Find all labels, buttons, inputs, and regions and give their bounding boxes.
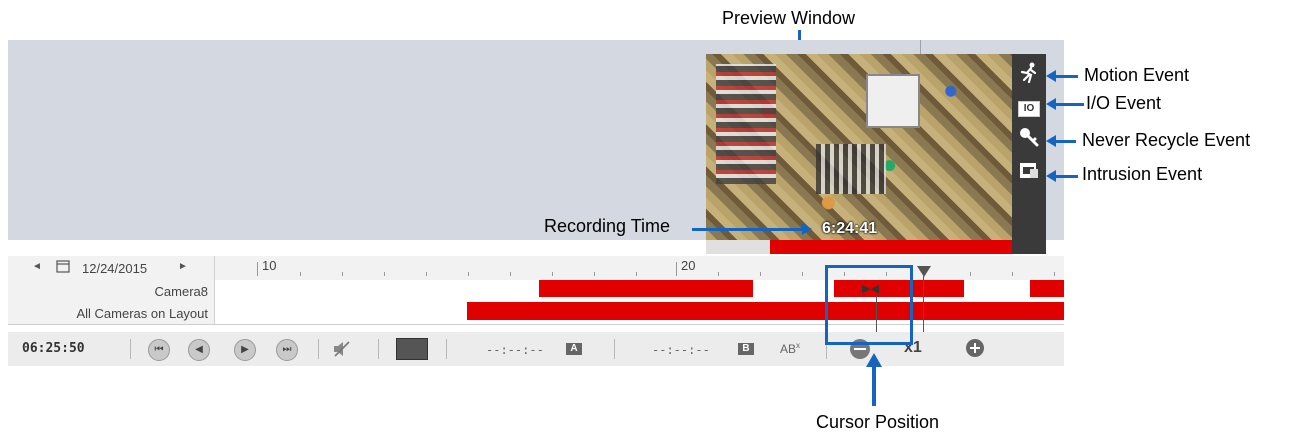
playhead-line xyxy=(923,276,924,338)
ruler-minor-tick xyxy=(552,272,553,276)
preview-frame-detail xyxy=(816,144,886,194)
camera-recording-segment[interactable] xyxy=(539,280,753,297)
cursor-position-highlight xyxy=(825,265,913,345)
intrusion-event-pointer xyxy=(1054,175,1078,178)
camera-row-label: Camera8 xyxy=(154,284,208,299)
ruler-minor-tick xyxy=(426,272,427,276)
never-recycle-event-pointer xyxy=(1054,140,1076,143)
separator xyxy=(318,339,319,359)
marker-a-button[interactable]: A xyxy=(566,343,582,355)
ruler-minor-tick xyxy=(510,272,511,276)
ruler-minor-tick xyxy=(468,272,469,276)
all-cameras-row-label: All Cameras on Layout xyxy=(76,306,208,321)
preview-frame-detail xyxy=(716,64,776,184)
ruler-major-tick xyxy=(257,262,258,276)
preview-window: 6:24:41 xyxy=(706,54,1012,254)
cursor-position-annotation: Cursor Position xyxy=(816,412,940,432)
skip-last-icon[interactable]: ⏭ xyxy=(276,339,298,361)
io-event-icon[interactable]: IO xyxy=(1016,93,1042,117)
all-cameras-recording-segment[interactable] xyxy=(467,302,1064,320)
ruler-minor-tick xyxy=(594,272,595,276)
ab-clear-superscript: x xyxy=(796,341,801,350)
cursor-position-arrow xyxy=(866,353,882,367)
marker-b-button[interactable]: B xyxy=(738,343,754,355)
separator xyxy=(446,339,447,359)
recording-time-arrow xyxy=(802,223,812,235)
never-recycle-event-annotation: Never Recycle Event xyxy=(1082,130,1251,150)
prev-day-button[interactable]: ◄ xyxy=(32,261,42,272)
mute-icon[interactable] xyxy=(332,340,352,363)
date-value[interactable]: 12/24/2015 xyxy=(82,261,147,276)
current-time-display: 06:25:50 xyxy=(22,341,85,356)
next-day-button[interactable]: ► xyxy=(178,261,188,272)
ruler-minor-tick xyxy=(970,272,971,276)
motion-event-pointer xyxy=(1054,75,1078,78)
recording-time-pointer xyxy=(692,228,802,231)
skip-first-icon[interactable]: ⏮ xyxy=(148,339,170,361)
intrusion-event-annotation: Intrusion Event xyxy=(1082,164,1203,184)
zoom-in-icon[interactable] xyxy=(966,339,984,357)
ruler-minor-tick xyxy=(1012,272,1013,276)
marker-b-time: --:--:-- xyxy=(652,343,710,357)
separator xyxy=(130,339,131,359)
io-event-pointer xyxy=(1054,103,1084,106)
ruler-minor-tick xyxy=(802,272,803,276)
marker-a-time: --:--:-- xyxy=(486,343,544,357)
ruler-label-10: 10 xyxy=(262,258,277,273)
playhead-cursor[interactable] xyxy=(917,266,931,277)
preview-frame-detail xyxy=(866,74,920,128)
camera-recording-segment[interactable] xyxy=(1030,280,1064,297)
ruler-minor-tick xyxy=(300,272,301,276)
never-recycle-event-icon[interactable] xyxy=(1016,126,1042,150)
io-event-annotation: I/O Event xyxy=(1086,93,1162,113)
recording-time-value: 6:24:41 xyxy=(822,220,878,237)
calendar-icon[interactable] xyxy=(56,259,70,278)
ab-clear-label: AB xyxy=(780,342,797,356)
cursor-position-pointer xyxy=(872,366,876,406)
ab-clear-button[interactable]: ABx xyxy=(780,341,800,356)
step-back-icon[interactable]: ◀ xyxy=(188,339,210,361)
separator xyxy=(378,339,379,359)
recording-time-annotation: Recording Time xyxy=(544,216,671,236)
io-event-icon-text: IO xyxy=(1018,101,1040,117)
ruler-minor-tick xyxy=(1054,272,1055,276)
motion-event-icon[interactable] xyxy=(1016,62,1042,86)
ruler-minor-tick xyxy=(342,272,343,276)
ruler-major-tick xyxy=(676,262,677,276)
preview-window-annotation: Preview Window xyxy=(722,8,856,28)
ruler-minor-tick xyxy=(636,272,637,276)
motion-event-annotation: Motion Event xyxy=(1084,65,1190,85)
play-icon[interactable]: ▶ xyxy=(234,339,256,361)
preview-timebar-recording xyxy=(770,240,1012,254)
filmstrip-icon[interactable] xyxy=(396,338,428,360)
intrusion-event-icon[interactable] xyxy=(1016,160,1042,184)
ruler-minor-tick xyxy=(760,272,761,276)
ruler-minor-tick xyxy=(384,272,385,276)
ruler-minor-tick xyxy=(718,272,719,276)
separator xyxy=(614,339,615,359)
ruler-label-20: 20 xyxy=(681,258,696,273)
